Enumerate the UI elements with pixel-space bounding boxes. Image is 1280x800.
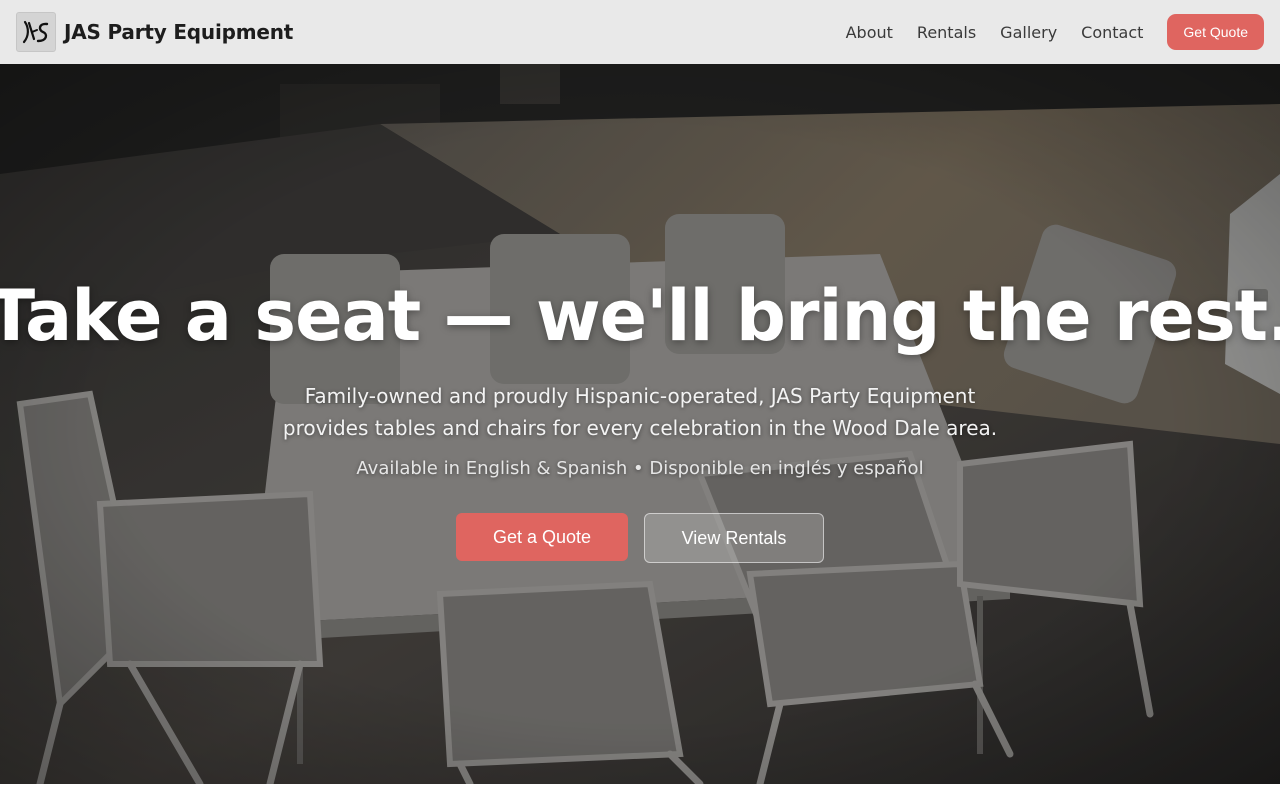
nav-about[interactable]: About: [846, 23, 893, 42]
hero-languages: Available in English & Spanish • Disponi…: [356, 458, 924, 479]
view-rentals-button[interactable]: View Rentals: [644, 513, 824, 563]
hero-actions: Get a Quote View Rentals: [456, 513, 824, 563]
nav-gallery[interactable]: Gallery: [1000, 23, 1057, 42]
page-content-start: [0, 784, 1280, 800]
site-header: JAS Party Equipment About Rentals Galler…: [0, 0, 1280, 64]
main-nav: About Rentals Gallery Contact Get Quote: [822, 14, 1264, 50]
nav-rentals[interactable]: Rentals: [917, 23, 976, 42]
logo-icon: [22, 20, 49, 44]
brand-logo: [16, 12, 56, 52]
brand-link[interactable]: JAS Party Equipment: [16, 12, 293, 52]
hero-title: Take a seat — we'll bring the rest.: [0, 275, 1280, 357]
hero-content: Take a seat — we'll bring the rest. Fami…: [0, 64, 1280, 784]
hero-section: Take a seat — we'll bring the rest. Fami…: [0, 64, 1280, 784]
brand-name: JAS Party Equipment: [64, 20, 294, 44]
nav-contact[interactable]: Contact: [1081, 23, 1143, 42]
get-quote-button[interactable]: Get Quote: [1167, 14, 1264, 50]
hero-subtitle: Family-owned and proudly Hispanic-operat…: [282, 384, 998, 440]
get-a-quote-button[interactable]: Get a Quote: [456, 513, 628, 561]
